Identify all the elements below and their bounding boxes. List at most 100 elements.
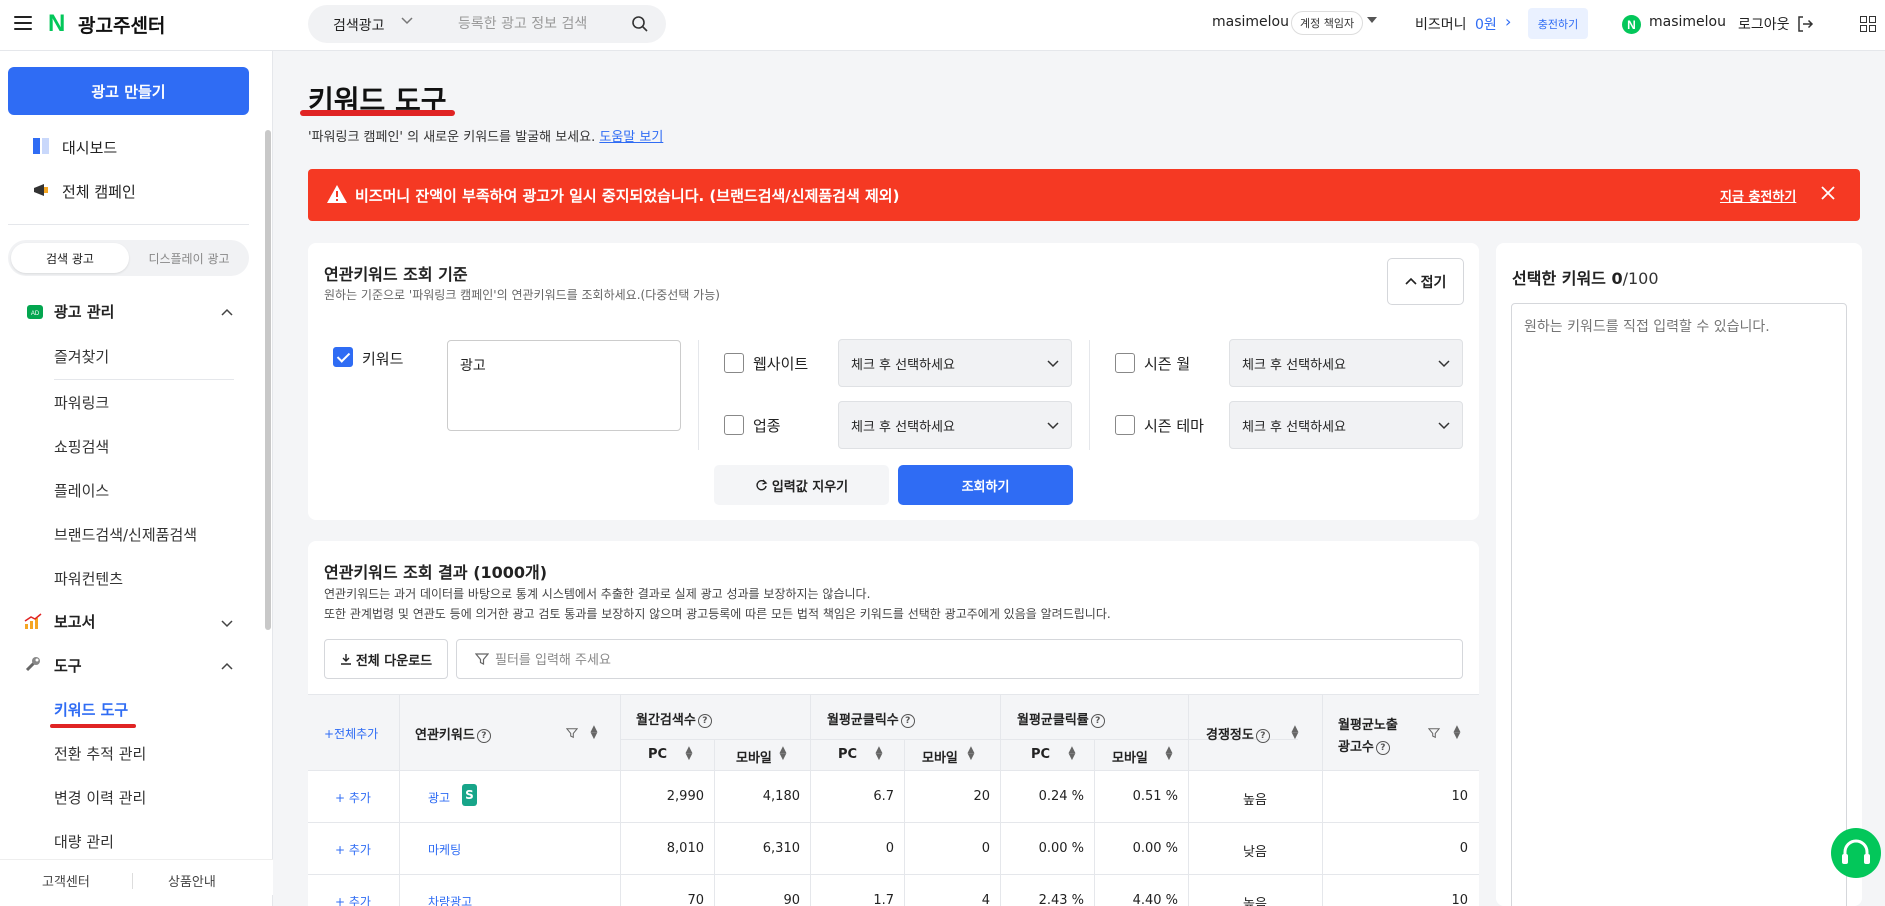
- naver-logo[interactable]: N: [48, 12, 65, 36]
- naver-user-name[interactable]: masimelou: [1649, 14, 1726, 30]
- sidebar-item-change-history[interactable]: 변경 이력 관리: [54, 787, 146, 808]
- clear-input-button[interactable]: 입력값 지우기: [714, 465, 889, 505]
- sidebar-section-tools[interactable]: 도구: [54, 655, 82, 676]
- sort-icon[interactable]: ▲ ▼: [590, 725, 598, 741]
- keyword-link[interactable]: 차량광고: [428, 893, 472, 906]
- apps-grid-icon[interactable]: [1860, 16, 1876, 32]
- header-keyword[interactable]: 연관키워드?: [415, 724, 491, 743]
- sidebar-item-powercontents[interactable]: 파워컨텐츠: [54, 568, 123, 589]
- chevron-up-icon[interactable]: [220, 660, 234, 674]
- add-keyword-link[interactable]: + 추가: [335, 789, 371, 806]
- website-checkbox[interactable]: [724, 353, 744, 373]
- chevron-up-icon[interactable]: [220, 306, 234, 320]
- download-all-button[interactable]: 전체 다운로드: [324, 639, 448, 679]
- filter-icon: [475, 653, 489, 665]
- filter-icon[interactable]: [566, 727, 578, 739]
- help-icon[interactable]: ?: [476, 728, 491, 743]
- sort-icon[interactable]: ▲ ▼: [685, 746, 693, 762]
- table-header: +전체추가 연관키워드? ▲ ▼ 월간검색수? PC ▲ ▼ 모바일 ▲ ▼ 월평균클…: [308, 694, 1479, 772]
- keyword-textarea[interactable]: 광고: [447, 340, 681, 431]
- sidebar-item-shopping[interactable]: 쇼핑검색: [54, 436, 109, 457]
- keyword-link[interactable]: 광고: [428, 789, 450, 806]
- sidebar-item-favorites[interactable]: 즐겨찾기: [54, 346, 109, 367]
- search-input[interactable]: [458, 13, 628, 35]
- product-info-link[interactable]: 상품안내: [168, 871, 216, 890]
- help-icon[interactable]: ?: [1090, 713, 1105, 728]
- selected-keywords-panel: 선택한 키워드 0/100: [1496, 243, 1862, 906]
- keyword-link[interactable]: 마케팅: [428, 841, 461, 858]
- col-divider: [399, 771, 400, 823]
- sort-icon[interactable]: ▲ ▼: [779, 746, 787, 762]
- sidebar-item-powerlink[interactable]: 파워링크: [54, 392, 109, 413]
- sort-icon[interactable]: ▲ ▼: [1165, 746, 1173, 762]
- charge-button[interactable]: 충전하기: [1528, 8, 1588, 39]
- sort-icon[interactable]: ▲ ▼: [1068, 746, 1076, 762]
- close-icon[interactable]: [1816, 181, 1840, 205]
- criteria-subtitle: 원하는 기준으로 '파워링크 캠페인'의 연관키워드를 조회하세요.(다중선택 …: [324, 288, 720, 302]
- website-select[interactable]: 체크 후 선택하세요: [838, 339, 1072, 387]
- table-row: + 추가 차량광고 70 90 1.7 4 2.43 % 4.40 % 높음 1…: [308, 875, 1479, 906]
- add-keyword-link[interactable]: + 추가: [335, 841, 371, 858]
- mobile-click-value: 4: [981, 893, 990, 906]
- industry-select[interactable]: 체크 후 선택하세요: [838, 401, 1072, 449]
- season-month-checkbox[interactable]: [1115, 353, 1135, 373]
- sidebar-scrollbar[interactable]: [265, 130, 271, 630]
- logout-icon[interactable]: [1796, 15, 1814, 33]
- add-all-link[interactable]: +전체추가: [324, 725, 378, 742]
- alert-banner: 비즈머니 잔액이 부족하여 광고가 일시 중지되었습니다. (브랜드검색/신제품…: [308, 169, 1860, 221]
- bizmoney-value[interactable]: 0원: [1475, 14, 1497, 34]
- sidebar-item-place[interactable]: 플레이스: [54, 480, 109, 501]
- filter-icon[interactable]: [1428, 727, 1440, 739]
- help-icon[interactable]: ?: [900, 713, 915, 728]
- header-pc: PC: [838, 747, 858, 762]
- filter-box: [456, 639, 1463, 679]
- sidebar-item-keyword-tool[interactable]: 키워드 도구: [54, 699, 128, 720]
- keyword-checkbox[interactable]: [333, 347, 353, 367]
- sidebar-section-ad-manage[interactable]: 광고 관리: [54, 301, 114, 322]
- account-name[interactable]: masimelou: [1212, 14, 1289, 30]
- filter-input[interactable]: [495, 650, 1395, 670]
- search-type-select[interactable]: 검색광고: [333, 15, 385, 35]
- segment-display-ads[interactable]: 디스플레이 광고: [132, 243, 246, 273]
- caret-down-icon[interactable]: [1367, 17, 1377, 23]
- app-title[interactable]: 광고주센터: [78, 11, 165, 38]
- fold-button[interactable]: 접기: [1387, 258, 1464, 305]
- sidebar-item-dashboard[interactable]: 대시보드: [62, 137, 117, 158]
- sidebar-item-bulk-manage[interactable]: 대량 관리: [54, 831, 114, 852]
- help-icon[interactable]: ?: [697, 713, 712, 728]
- search-button[interactable]: 조회하기: [898, 465, 1073, 505]
- logout-button[interactable]: 로그아웃: [1738, 14, 1790, 34]
- help-icon[interactable]: ?: [1375, 740, 1390, 755]
- sort-icon[interactable]: ▲ ▼: [875, 746, 883, 762]
- segment-search-ads[interactable]: 검색 광고: [11, 243, 129, 273]
- season-month-select[interactable]: 체크 후 선택하세요: [1229, 339, 1463, 387]
- help-icon[interactable]: ?: [1255, 728, 1270, 743]
- pc-search-value: 70: [687, 893, 704, 906]
- charge-now-link[interactable]: 지금 충전하기: [1720, 186, 1796, 205]
- create-ad-button[interactable]: 광고 만들기: [8, 67, 249, 115]
- season-theme-checkbox[interactable]: [1115, 415, 1135, 435]
- sort-icon[interactable]: ▲ ▼: [967, 746, 975, 762]
- customer-center-link[interactable]: 고객센터: [42, 871, 90, 890]
- selected-keywords-input[interactable]: [1511, 303, 1847, 906]
- sort-icon[interactable]: ▲ ▼: [1291, 725, 1299, 741]
- help-link[interactable]: 도움말 보기: [599, 130, 663, 145]
- sort-icon[interactable]: ▲ ▼: [1453, 725, 1461, 741]
- top-bar: N 광고주센터 검색광고 masimelou 계정 책임자 비즈머니 0원 › …: [0, 0, 1885, 51]
- chevron-right-icon[interactable]: ›: [1505, 12, 1511, 31]
- help-chat-button[interactable]: [1831, 828, 1881, 878]
- pc-ctr-value: 2.43 %: [1038, 893, 1084, 906]
- add-keyword-link[interactable]: + 추가: [335, 893, 371, 906]
- svg-text:AD: AD: [31, 311, 40, 317]
- sidebar-section-report[interactable]: 보고서: [54, 611, 95, 632]
- menu-icon[interactable]: [14, 16, 32, 30]
- season-theme-select[interactable]: 체크 후 선택하세요: [1229, 401, 1463, 449]
- chevron-down-icon[interactable]: [220, 616, 234, 630]
- report-icon: [24, 613, 42, 629]
- search-icon[interactable]: [631, 15, 649, 33]
- sidebar-item-brand-search[interactable]: 브랜드검색/신제품검색: [54, 524, 197, 545]
- industry-checkbox[interactable]: [724, 415, 744, 435]
- sidebar-item-all-campaigns[interactable]: 전체 캠페인: [62, 181, 136, 202]
- chevron-down-icon[interactable]: [400, 13, 414, 27]
- sidebar-item-conversion-tracking[interactable]: 전환 추적 관리: [54, 743, 146, 764]
